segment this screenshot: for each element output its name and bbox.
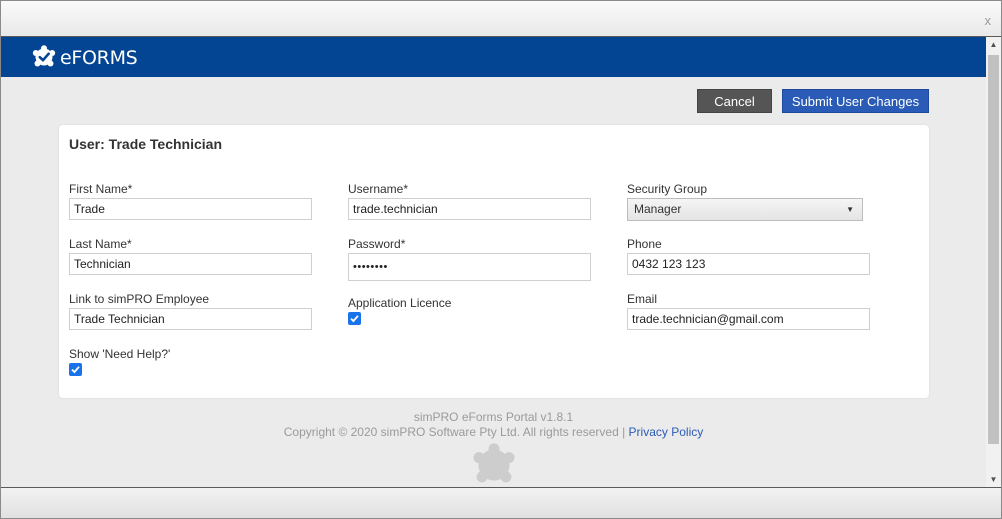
need-help-label: Show 'Need Help?' [69, 347, 171, 361]
password-label: Password* [348, 237, 406, 251]
last-name-label: Last Name* [69, 237, 132, 251]
scrollbar-thumb[interactable] [988, 55, 999, 444]
main-content: Cancel Submit User Changes User: Trade T… [1, 77, 986, 487]
scroll-up-arrow-icon[interactable]: ▲ [989, 40, 998, 49]
app-licence-label: Application Licence [348, 296, 452, 310]
scroll-down-arrow-icon[interactable]: ▼ [989, 475, 998, 484]
phone-input[interactable]: 0432 123 123 [627, 253, 870, 275]
security-group-value: Manager [634, 202, 682, 216]
window-titlebar: x [1, 1, 1001, 37]
close-button[interactable]: x [985, 13, 992, 28]
security-group-select[interactable]: Manager ▼ [627, 198, 863, 221]
vertical-scrollbar[interactable]: ▲ ▼ [986, 37, 1001, 487]
submit-user-changes-button[interactable]: Submit User Changes [782, 89, 929, 113]
dialog-window: x eFORMS Cancel Submit User Changes User… [0, 0, 1002, 519]
version-text: simPRO eForms Portal v1.8.1 [413, 410, 574, 424]
form-title: User: Trade Technician [69, 136, 223, 152]
checkmark-icon [350, 315, 359, 323]
copyright-text: Copyright © 2020 simPRO Software Pty Ltd… [283, 425, 626, 439]
window-bottom-bar [1, 487, 1001, 518]
app-licence-checkbox[interactable] [348, 312, 361, 325]
employee-link-input[interactable]: Trade Technician [69, 308, 312, 330]
username-label: Username* [348, 182, 409, 196]
dropdown-caret-icon: ▼ [846, 205, 854, 214]
last-name-input[interactable]: Technician [69, 253, 312, 275]
phone-label: Phone [627, 237, 662, 251]
user-form-card: User: Trade Technician First Name* Trade… [59, 125, 929, 398]
email-input[interactable]: trade.technician@gmail.com [627, 308, 870, 330]
checkmark-icon [71, 366, 80, 374]
first-name-label: First Name* [69, 182, 133, 196]
copyright-line: Copyright © 2020 simPRO Software Pty Ltd… [1, 425, 986, 439]
email-label: Email [627, 292, 658, 306]
privacy-policy-link[interactable]: Privacy Policy [629, 425, 704, 439]
security-group-label: Security Group [627, 182, 708, 196]
cancel-button[interactable]: Cancel [697, 89, 772, 113]
app-header: eFORMS [1, 37, 986, 77]
need-help-checkbox[interactable] [69, 363, 82, 376]
eforms-logo-icon [32, 45, 56, 67]
password-input[interactable]: •••••••• [348, 253, 591, 281]
employee-link-label: Link to simPRO Employee [69, 292, 210, 306]
faded-gear-logo-icon [473, 443, 515, 483]
username-input[interactable]: trade.technician [348, 198, 591, 220]
first-name-input[interactable]: Trade [69, 198, 312, 220]
brand-name: eFORMS [60, 47, 138, 69]
